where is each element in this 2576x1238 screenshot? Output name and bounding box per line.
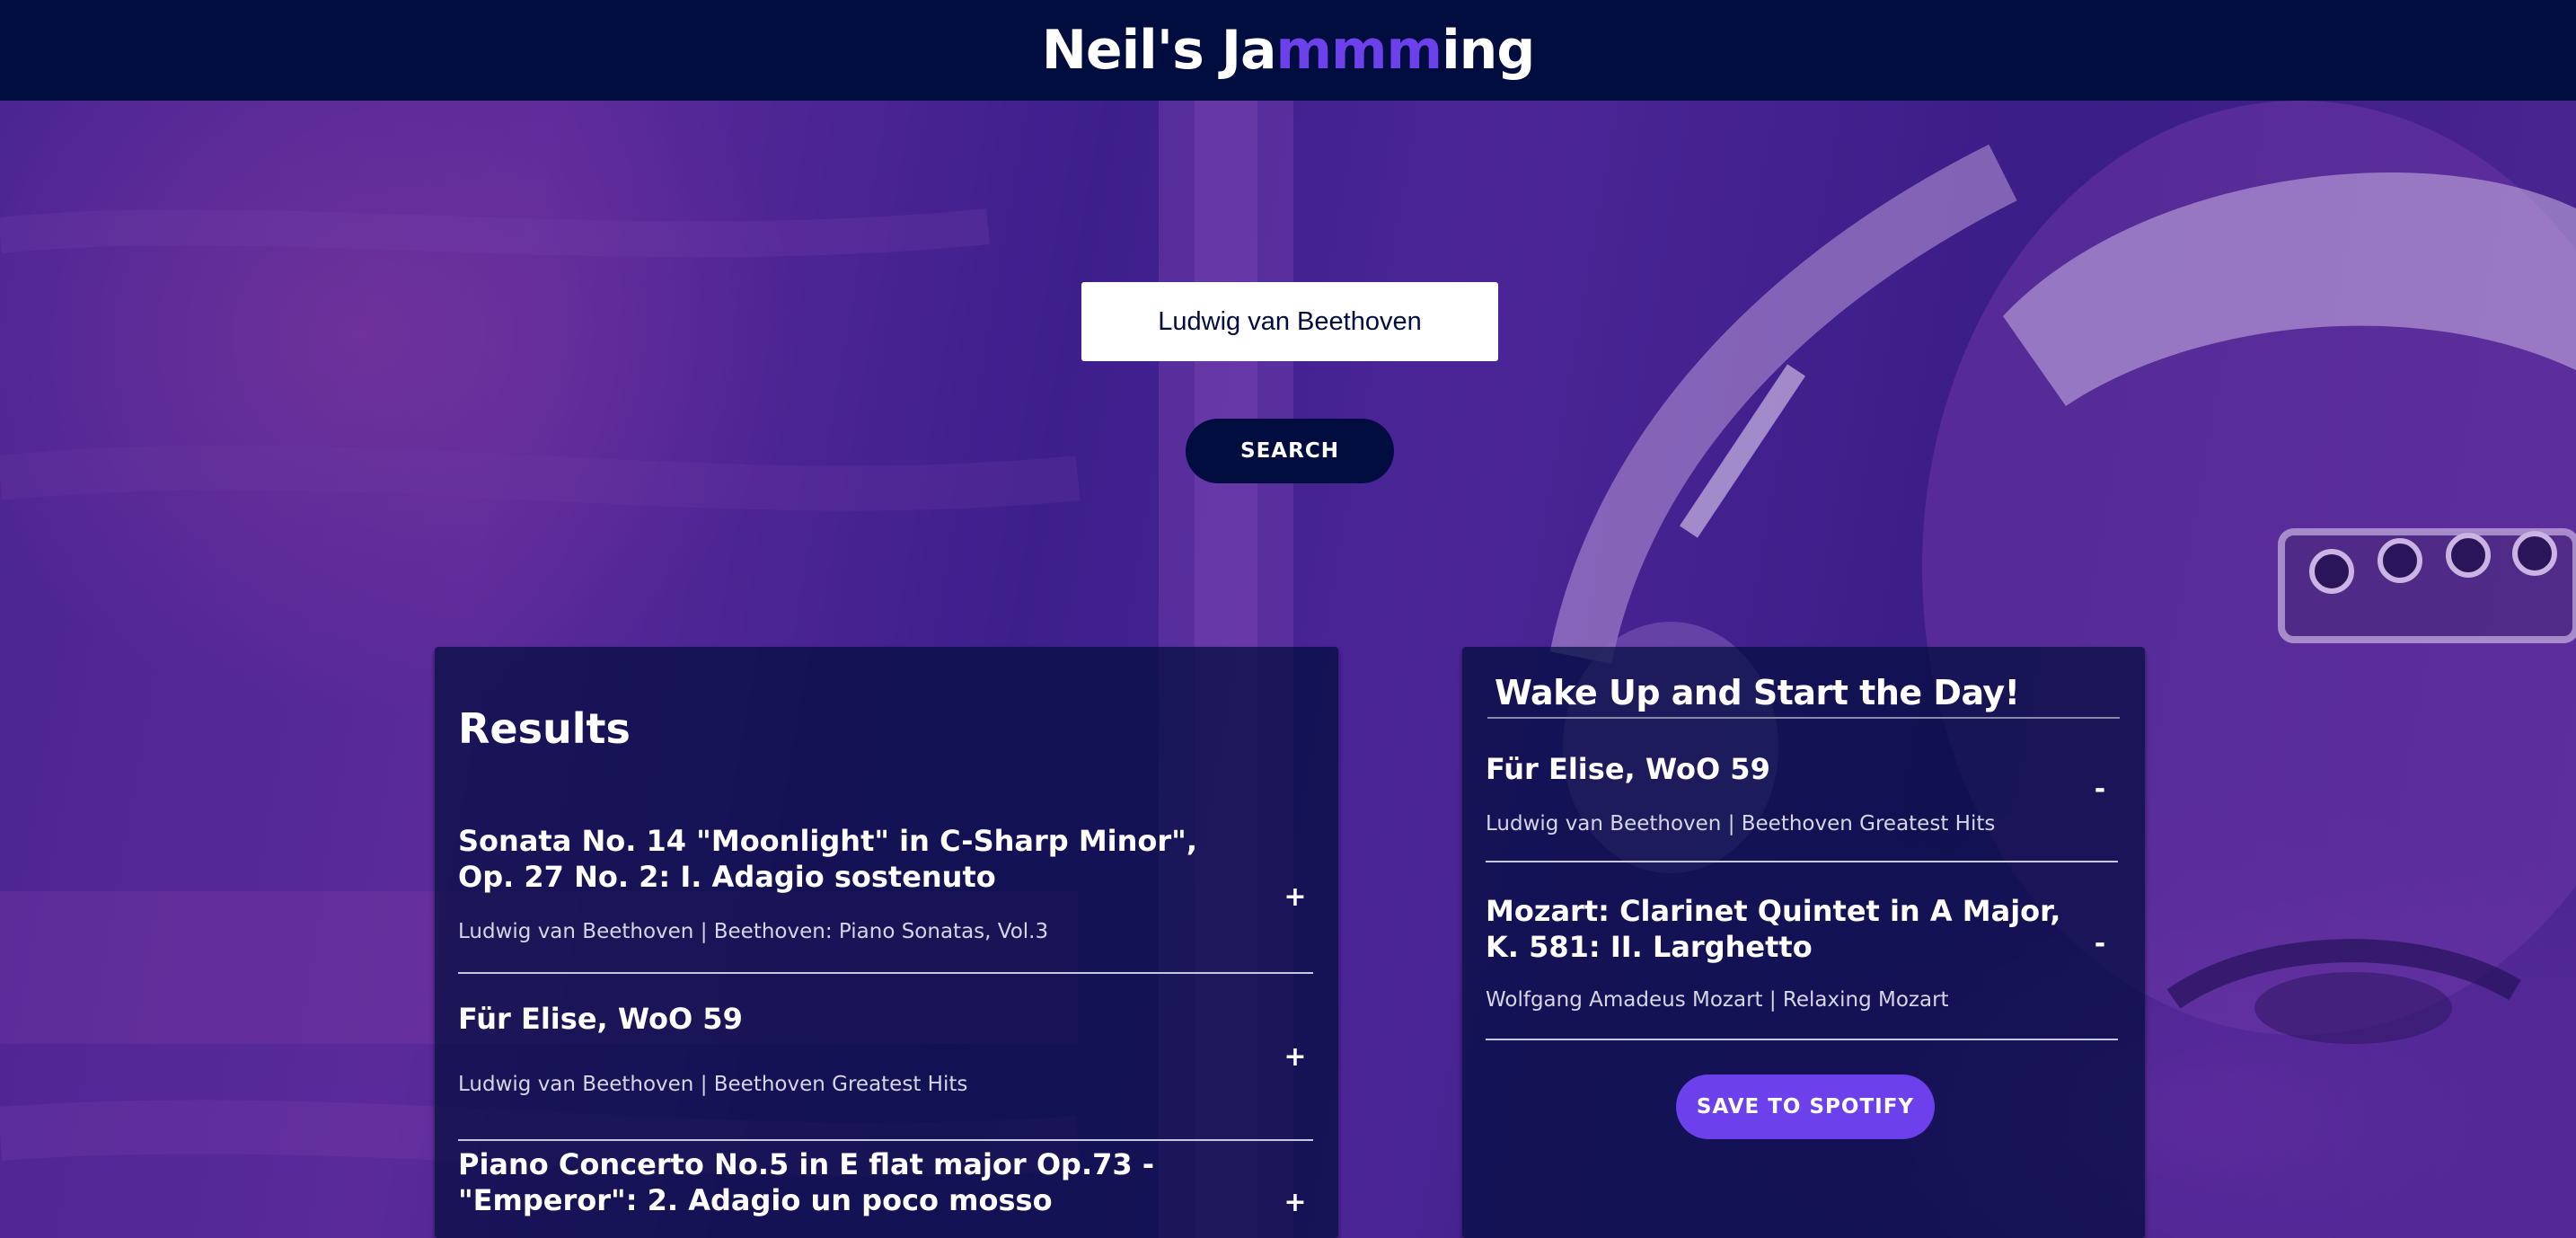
track-meta: Ludwig van Beethoven | Beethoven: Piano … [458, 920, 1049, 943]
track-title: Piano Concerto No.5 in E flat major Op.7… [458, 1147, 1155, 1217]
app-title: Neil's Jammming [1041, 19, 1536, 82]
app-title-highlight: mmm [1275, 19, 1443, 82]
results-panel: Results Sonata No. 14 "Moonlight" in C-S… [435, 647, 1338, 1238]
playlist-track-1: Für Elise, WoO 59 Ludwig van Beethoven |… [1486, 751, 2118, 862]
track-meta: Ludwig van Beethoven | Beethoven Greates… [458, 1073, 968, 1096]
add-track-button[interactable]: + [1277, 1184, 1313, 1220]
add-track-button[interactable]: + [1277, 1039, 1313, 1074]
app-title-start: Neil's Ja [1041, 19, 1277, 82]
track-meta: Wolfgang Amadeus Mozart | Relaxing Mozar… [1486, 988, 1949, 1012]
playlist-track-2: Mozart: Clarinet Quintet in A Major, K. … [1486, 893, 2118, 1040]
save-to-spotify-button[interactable]: SAVE TO SPOTIFY [1676, 1074, 1935, 1139]
result-track-1: Sonata No. 14 "Moonlight" in C-Sharp Min… [458, 823, 1313, 974]
track-title: Für Elise, WoO 59 [1486, 752, 1770, 786]
track-meta: Ludwig van Beethoven | Beethoven Greates… [1486, 812, 1996, 836]
results-heading: Results [458, 704, 631, 753]
app-header: Neil's Jammming [0, 0, 2576, 101]
app-title-end: ing [1442, 19, 1535, 82]
search-input[interactable] [1081, 282, 1498, 361]
track-title: Für Elise, WoO 59 [458, 1002, 743, 1036]
result-track-2: Für Elise, WoO 59 Ludwig van Beethoven |… [458, 1001, 1313, 1141]
playlist-panel: Für Elise, WoO 59 Ludwig van Beethoven |… [1462, 647, 2145, 1238]
track-title: Mozart: Clarinet Quintet in A Major, K. … [1486, 894, 2061, 964]
playlist-name-input[interactable] [1487, 668, 2120, 719]
search-button[interactable]: SEARCH [1186, 419, 1394, 483]
remove-track-button[interactable]: - [2082, 925, 2118, 961]
remove-track-button[interactable]: - [2082, 771, 2118, 807]
result-track-3: Piano Concerto No.5 in E flat major Op.7… [458, 1146, 1313, 1238]
track-title: Sonata No. 14 "Moonlight" in C-Sharp Min… [458, 824, 1197, 894]
add-track-button[interactable]: + [1277, 879, 1313, 915]
